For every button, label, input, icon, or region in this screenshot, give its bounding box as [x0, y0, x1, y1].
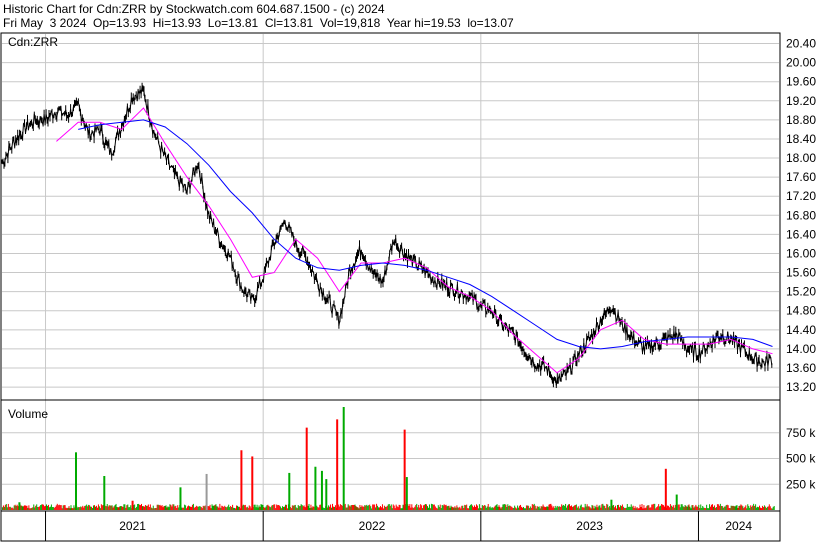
- year-tick-label: 2024: [725, 519, 752, 533]
- price-tick-label: 18.40: [786, 132, 816, 146]
- price-tick-label: 19.20: [786, 94, 816, 108]
- price-tick-label: 18.00: [786, 151, 816, 165]
- price-tick-label: 20.00: [786, 56, 816, 70]
- price-panel-border: [0, 32, 781, 401]
- grid-lines: [2, 34, 779, 541]
- date-axis-border: [0, 510, 781, 542]
- price-series: [1, 82, 773, 388]
- price-tick-label: 17.60: [786, 170, 816, 184]
- price-tick-label: 15.20: [786, 285, 816, 299]
- year-tick-label: 2021: [119, 519, 146, 533]
- volume-panel-title: Volume: [8, 407, 48, 421]
- price-tick-label: 15.60: [786, 266, 816, 280]
- price-tick-label: 19.60: [786, 75, 816, 89]
- price-tick-label: 18.80: [786, 113, 816, 127]
- price-tick-label: 16.00: [786, 246, 816, 260]
- price-tick-label: 13.20: [786, 380, 816, 394]
- volume-tick-label: 750 k: [786, 426, 816, 440]
- year-tick-label: 2023: [576, 519, 603, 533]
- price-axis-labels: 20.40 20.00 19.60 19.20 18.80 18.40 18.00 17.60…: [786, 37, 816, 395]
- volume-tick-label: 250 k: [786, 477, 816, 491]
- year-tick-label: 2022: [359, 519, 386, 533]
- price-tick-label: 14.80: [786, 304, 816, 318]
- price-tick-label: 16.40: [786, 227, 816, 241]
- price-panel-title: Cdn:ZRR: [8, 35, 58, 49]
- price-tick-label: 16.80: [786, 208, 816, 222]
- price-tick-label: 17.20: [786, 189, 816, 203]
- volume-axis-labels: 750 k 500 k 250 k: [786, 426, 816, 492]
- price-tick-label: 14.00: [786, 342, 816, 356]
- volume-tick-label: 500 k: [786, 452, 816, 466]
- volume-panel-border: [0, 399, 781, 512]
- price-tick-label: 20.40: [786, 37, 816, 51]
- price-tick-label: 13.60: [786, 361, 816, 375]
- stock-chart: Cdn:ZRR Volume 20.40 20.00 19.60 19.20 18.80…: [0, 32, 816, 542]
- date-axis-labels: 2021 2022 2023 2024: [119, 519, 752, 533]
- price-tick-label: 14.40: [786, 323, 816, 337]
